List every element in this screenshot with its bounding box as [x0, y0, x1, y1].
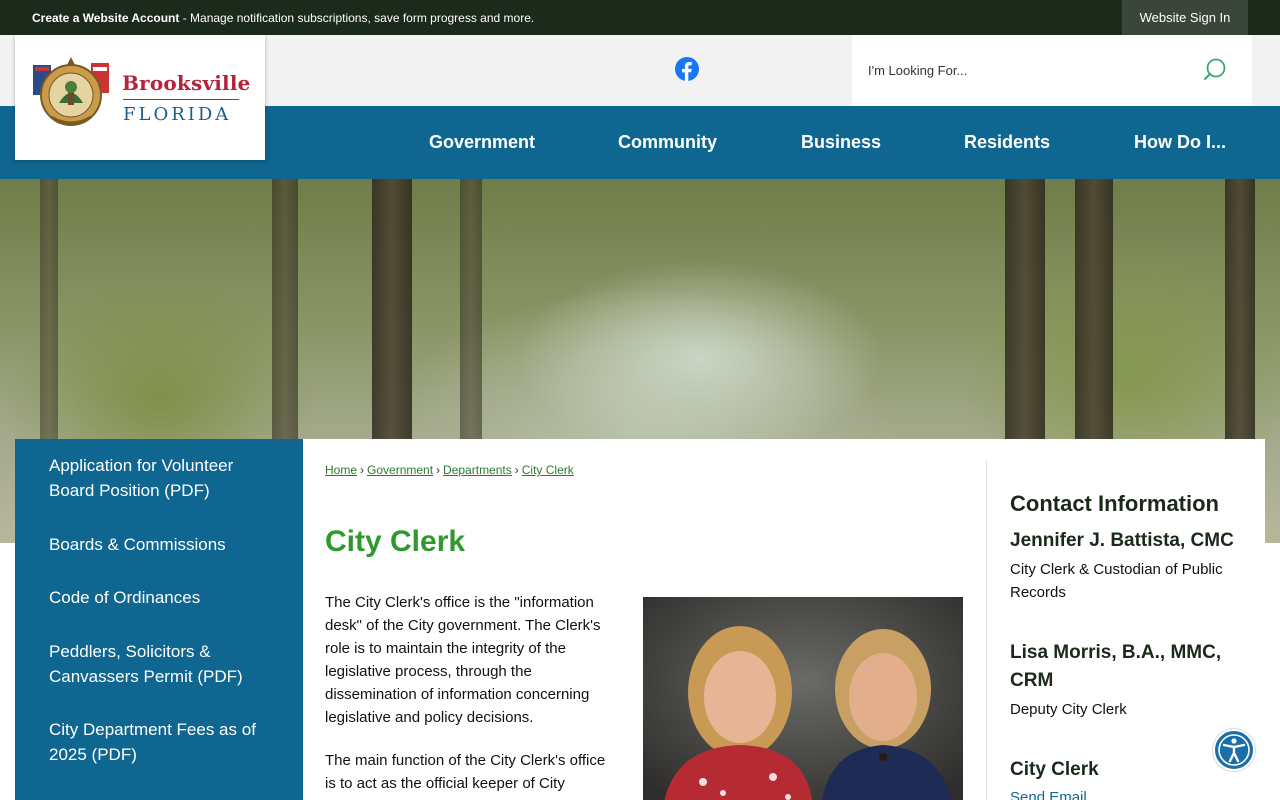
website-sign-in-button[interactable]: Website Sign In [1122, 0, 1248, 35]
main-content: Home › Government › Departments › City Clerk C… [303, 439, 1265, 800]
breadcrumb-city-clerk[interactable]: City Clerk [522, 463, 574, 477]
staff-photo [643, 597, 963, 800]
staff-photo-image [643, 597, 963, 800]
breadcrumb-home[interactable]: Home [325, 463, 357, 477]
breadcrumb-separator: › [514, 463, 519, 477]
search-icon[interactable] [1202, 57, 1228, 83]
contact-office-name: City Clerk [1010, 759, 1099, 780]
page-title: City Clerk [325, 525, 466, 558]
contact-role-deputy: Deputy City Clerk [1010, 701, 1127, 718]
logo-city-name: Brooksville [122, 71, 251, 95]
nav-government[interactable]: Government [429, 106, 535, 179]
logo-state-name: FLORIDA [123, 104, 232, 125]
intro-paragraph: The City Clerk's office is the "informat… [325, 594, 601, 726]
accessibility-button[interactable] [1213, 729, 1255, 771]
contact-panel: Contact Information Jennifer J. Battista… [1010, 491, 1250, 800]
create-account-link[interactable]: Create a Website Account [32, 11, 179, 25]
breadcrumb-departments[interactable]: Departments [443, 463, 512, 477]
nav-residents[interactable]: Residents [964, 106, 1050, 179]
contact-role-clerk: City Clerk & Custodian of Public Records [1010, 561, 1223, 601]
logo-divider [123, 99, 239, 100]
facebook-icon[interactable] [675, 57, 699, 81]
nav-how-do-i[interactable]: How Do I... [1134, 106, 1226, 179]
top-bar: Create a Website Account - Manage notifi… [0, 0, 1280, 35]
search-input[interactable] [860, 56, 1180, 84]
sidebar-link-code-of-ordinances[interactable]: Code of Ordinances [49, 585, 269, 610]
sidebar-link-peddlers-permit[interactable]: Peddlers, Solicitors & Canvassers Permit… [49, 639, 269, 689]
breadcrumb-government[interactable]: Government [367, 463, 433, 477]
breadcrumb-separator: › [436, 463, 441, 477]
contact-heading: Contact Information [1010, 491, 1219, 516]
sidebar-link-department-fees[interactable]: City Department Fees as of 2025 (PDF) [49, 717, 269, 767]
contact-name-clerk: Jennifer J. Battista, CMC [1010, 530, 1234, 551]
site-logo[interactable]: Brooksville FLORIDA [15, 35, 265, 160]
search-box [852, 35, 1252, 106]
account-banner-desc: - Manage notification subscriptions, sav… [179, 11, 535, 25]
account-banner[interactable]: Create a Website Account - Manage notifi… [32, 10, 534, 26]
breadcrumb-separator: › [360, 463, 365, 477]
sidebar: Application for Volunteer Board Position… [15, 439, 303, 800]
contact-name-deputy: Lisa Morris, B.A., MMC, CRM [1010, 642, 1222, 691]
nav-community[interactable]: Community [618, 106, 717, 179]
sidebar-link-volunteer-application[interactable]: Application for Volunteer Board Position… [49, 453, 269, 503]
function-paragraph: The main function of the City Clerk's of… [325, 752, 606, 800]
breadcrumb: Home › Government › Departments › City Clerk [325, 463, 574, 477]
accessibility-icon [1218, 734, 1250, 766]
city-seal-icon [33, 57, 109, 126]
sidebar-link-boards-commissions[interactable]: Boards & Commissions [49, 532, 269, 557]
nav-business[interactable]: Business [801, 106, 881, 179]
send-email-link[interactable]: Send Email [1010, 789, 1087, 800]
column-divider [986, 461, 987, 800]
